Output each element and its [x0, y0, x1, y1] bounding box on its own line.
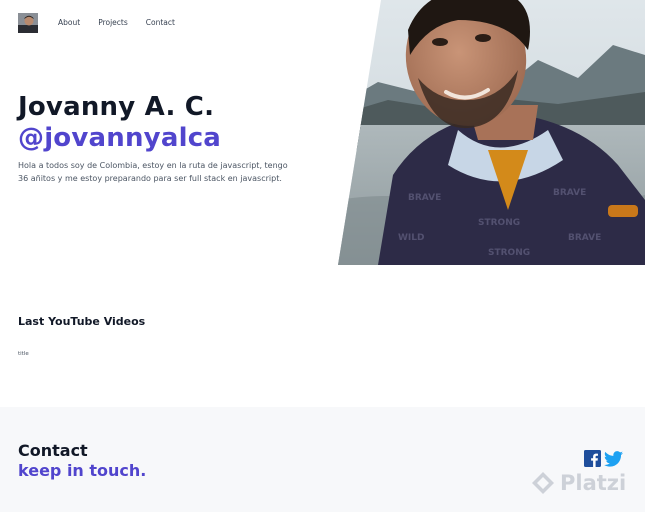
hero-handle: @jovannyalca — [18, 123, 222, 153]
facebook-link[interactable] — [584, 450, 604, 471]
nav-link-about[interactable]: About — [58, 13, 80, 33]
hero-name: Jovanny A. C. — [18, 92, 215, 122]
svg-text:BRAVE: BRAVE — [568, 233, 601, 243]
portfolio-page: About Projects Contact Jovanny A. C. @jo… — [0, 0, 645, 512]
contact-subtitle: keep in touch. — [18, 461, 147, 480]
footer: Contact keep in touch. — [0, 407, 645, 512]
contact-title: Contact — [18, 441, 88, 460]
svg-text:BRAVE: BRAVE — [553, 188, 586, 198]
svg-text:STRONG: STRONG — [478, 218, 520, 228]
social-links — [584, 450, 623, 471]
platzi-logo-icon — [532, 472, 554, 494]
facebook-icon — [584, 450, 601, 467]
nav-links: About Projects Contact — [58, 13, 193, 33]
nav-link-contact[interactable]: Contact — [146, 13, 175, 33]
videos-section-title: Last YouTube Videos — [18, 315, 146, 328]
svg-text:WILD: WILD — [398, 233, 424, 243]
hero-intro: Jovanny A. C. @jovannyalca Hola a todos … — [18, 92, 318, 185]
video-item-title[interactable]: title — [18, 351, 29, 357]
platzi-watermark-text: Platzi — [560, 471, 627, 495]
svg-text:BRAVE: BRAVE — [408, 193, 441, 203]
twitter-link[interactable] — [604, 450, 623, 471]
nav-link-projects[interactable]: Projects — [98, 13, 128, 33]
hero-bio: Hola a todos soy de Colombia, estoy en l… — [18, 161, 288, 183]
twitter-icon — [604, 450, 623, 467]
top-nav: About Projects Contact — [18, 13, 193, 33]
avatar[interactable] — [18, 13, 38, 33]
platzi-watermark: Platzi — [530, 470, 626, 496]
hero-photo: BRAVE BRAVE STRONG WILD BRAVE STRONG — [338, 0, 645, 265]
svg-text:STRONG: STRONG — [488, 248, 530, 258]
